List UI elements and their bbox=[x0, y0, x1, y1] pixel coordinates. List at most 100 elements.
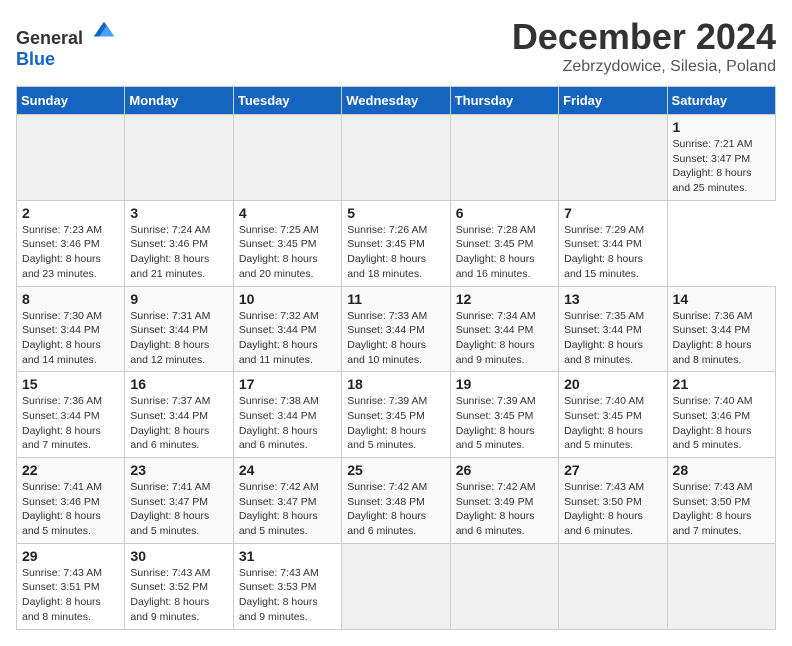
calendar-cell: 16 Sunrise: 7:37 AM Sunset: 3:44 PM Dayl… bbox=[125, 372, 233, 458]
daylight-hours: Daylight: 8 hours and 23 minutes. bbox=[22, 253, 101, 280]
calendar-cell bbox=[125, 115, 233, 201]
sunrise-time: Sunrise: 7:23 AM bbox=[22, 224, 102, 236]
day-info: Sunrise: 7:34 AM Sunset: 3:44 PM Dayligh… bbox=[456, 309, 553, 368]
calendar-cell: 5 Sunrise: 7:26 AM Sunset: 3:45 PM Dayli… bbox=[342, 200, 450, 286]
calendar-cell: 20 Sunrise: 7:40 AM Sunset: 3:45 PM Dayl… bbox=[559, 372, 667, 458]
calendar-cell bbox=[342, 543, 450, 629]
calendar-cell: 14 Sunrise: 7:36 AM Sunset: 3:44 PM Dayl… bbox=[667, 286, 775, 372]
sunrise-time: Sunrise: 7:43 AM bbox=[673, 481, 753, 493]
sunrise-time: Sunrise: 7:37 AM bbox=[130, 395, 210, 407]
day-info: Sunrise: 7:38 AM Sunset: 3:44 PM Dayligh… bbox=[239, 394, 336, 453]
daylight-hours: Daylight: 8 hours and 9 minutes. bbox=[456, 339, 535, 366]
sunrise-time: Sunrise: 7:31 AM bbox=[130, 310, 210, 322]
page-header: General Blue December 2024 Zebrzydowice,… bbox=[16, 16, 776, 76]
day-info: Sunrise: 7:26 AM Sunset: 3:45 PM Dayligh… bbox=[347, 223, 444, 282]
day-header-wednesday: Wednesday bbox=[342, 87, 450, 115]
calendar-cell: 19 Sunrise: 7:39 AM Sunset: 3:45 PM Dayl… bbox=[450, 372, 558, 458]
day-number: 6 bbox=[456, 205, 553, 221]
day-number: 15 bbox=[22, 376, 119, 392]
week-row-1: 1 Sunrise: 7:21 AM Sunset: 3:47 PM Dayli… bbox=[17, 115, 776, 201]
logo: General Blue bbox=[16, 16, 118, 70]
day-info: Sunrise: 7:39 AM Sunset: 3:45 PM Dayligh… bbox=[347, 394, 444, 453]
sunrise-time: Sunrise: 7:34 AM bbox=[456, 310, 536, 322]
logo-text-blue: Blue bbox=[16, 49, 55, 69]
calendar-table: SundayMondayTuesdayWednesdayThursdayFrid… bbox=[16, 86, 776, 630]
sunset-time: Sunset: 3:47 PM bbox=[130, 496, 208, 508]
sunset-time: Sunset: 3:45 PM bbox=[456, 238, 534, 250]
sunrise-time: Sunrise: 7:43 AM bbox=[564, 481, 644, 493]
day-info: Sunrise: 7:25 AM Sunset: 3:45 PM Dayligh… bbox=[239, 223, 336, 282]
day-info: Sunrise: 7:39 AM Sunset: 3:45 PM Dayligh… bbox=[456, 394, 553, 453]
daylight-hours: Daylight: 8 hours and 14 minutes. bbox=[22, 339, 101, 366]
calendar-cell bbox=[233, 115, 341, 201]
sunset-time: Sunset: 3:44 PM bbox=[130, 324, 208, 336]
day-info: Sunrise: 7:42 AM Sunset: 3:49 PM Dayligh… bbox=[456, 480, 553, 539]
calendar-cell bbox=[342, 115, 450, 201]
day-number: 20 bbox=[564, 376, 661, 392]
calendar-cell: 31 Sunrise: 7:43 AM Sunset: 3:53 PM Dayl… bbox=[233, 543, 341, 629]
day-number: 2 bbox=[22, 205, 119, 221]
week-row-4: 15 Sunrise: 7:36 AM Sunset: 3:44 PM Dayl… bbox=[17, 372, 776, 458]
calendar-cell: 1 Sunrise: 7:21 AM Sunset: 3:47 PM Dayli… bbox=[667, 115, 775, 201]
day-number: 25 bbox=[347, 462, 444, 478]
sunset-time: Sunset: 3:44 PM bbox=[564, 238, 642, 250]
day-info: Sunrise: 7:40 AM Sunset: 3:45 PM Dayligh… bbox=[564, 394, 661, 453]
day-info: Sunrise: 7:40 AM Sunset: 3:46 PM Dayligh… bbox=[673, 394, 770, 453]
sunset-time: Sunset: 3:50 PM bbox=[564, 496, 642, 508]
daylight-hours: Daylight: 8 hours and 8 minutes. bbox=[673, 339, 752, 366]
sunset-time: Sunset: 3:44 PM bbox=[130, 410, 208, 422]
days-header-row: SundayMondayTuesdayWednesdayThursdayFrid… bbox=[17, 87, 776, 115]
daylight-hours: Daylight: 8 hours and 5 minutes. bbox=[130, 510, 209, 537]
day-number: 3 bbox=[130, 205, 227, 221]
calendar-cell: 8 Sunrise: 7:30 AM Sunset: 3:44 PM Dayli… bbox=[17, 286, 125, 372]
sunset-time: Sunset: 3:53 PM bbox=[239, 581, 317, 593]
day-number: 12 bbox=[456, 291, 553, 307]
sunrise-time: Sunrise: 7:40 AM bbox=[673, 395, 753, 407]
sunrise-time: Sunrise: 7:32 AM bbox=[239, 310, 319, 322]
sunset-time: Sunset: 3:45 PM bbox=[456, 410, 534, 422]
logo-text-general: General bbox=[16, 28, 83, 48]
sunset-time: Sunset: 3:46 PM bbox=[673, 410, 751, 422]
sunrise-time: Sunrise: 7:36 AM bbox=[673, 310, 753, 322]
sunrise-time: Sunrise: 7:43 AM bbox=[130, 567, 210, 579]
month-title: December 2024 bbox=[512, 16, 776, 58]
day-number: 11 bbox=[347, 291, 444, 307]
day-header-tuesday: Tuesday bbox=[233, 87, 341, 115]
daylight-hours: Daylight: 8 hours and 9 minutes. bbox=[239, 596, 318, 623]
sunset-time: Sunset: 3:46 PM bbox=[22, 496, 100, 508]
sunrise-time: Sunrise: 7:43 AM bbox=[22, 567, 102, 579]
day-info: Sunrise: 7:35 AM Sunset: 3:44 PM Dayligh… bbox=[564, 309, 661, 368]
calendar-cell bbox=[559, 543, 667, 629]
day-info: Sunrise: 7:24 AM Sunset: 3:46 PM Dayligh… bbox=[130, 223, 227, 282]
day-info: Sunrise: 7:43 AM Sunset: 3:52 PM Dayligh… bbox=[130, 566, 227, 625]
calendar-cell: 25 Sunrise: 7:42 AM Sunset: 3:48 PM Dayl… bbox=[342, 458, 450, 544]
calendar-cell: 6 Sunrise: 7:28 AM Sunset: 3:45 PM Dayli… bbox=[450, 200, 558, 286]
sunset-time: Sunset: 3:50 PM bbox=[673, 496, 751, 508]
sunrise-time: Sunrise: 7:43 AM bbox=[239, 567, 319, 579]
day-number: 18 bbox=[347, 376, 444, 392]
day-number: 7 bbox=[564, 205, 661, 221]
daylight-hours: Daylight: 8 hours and 11 minutes. bbox=[239, 339, 318, 366]
daylight-hours: Daylight: 8 hours and 6 minutes. bbox=[130, 425, 209, 452]
sunrise-time: Sunrise: 7:42 AM bbox=[347, 481, 427, 493]
daylight-hours: Daylight: 8 hours and 6 minutes. bbox=[456, 510, 535, 537]
week-row-3: 8 Sunrise: 7:30 AM Sunset: 3:44 PM Dayli… bbox=[17, 286, 776, 372]
calendar-cell: 29 Sunrise: 7:43 AM Sunset: 3:51 PM Dayl… bbox=[17, 543, 125, 629]
daylight-hours: Daylight: 8 hours and 25 minutes. bbox=[673, 167, 752, 194]
sunset-time: Sunset: 3:46 PM bbox=[22, 238, 100, 250]
daylight-hours: Daylight: 8 hours and 12 minutes. bbox=[130, 339, 209, 366]
sunset-time: Sunset: 3:46 PM bbox=[130, 238, 208, 250]
sunrise-time: Sunrise: 7:41 AM bbox=[130, 481, 210, 493]
day-info: Sunrise: 7:43 AM Sunset: 3:50 PM Dayligh… bbox=[673, 480, 770, 539]
day-number: 28 bbox=[673, 462, 770, 478]
day-number: 1 bbox=[673, 119, 770, 135]
sunrise-time: Sunrise: 7:35 AM bbox=[564, 310, 644, 322]
day-info: Sunrise: 7:29 AM Sunset: 3:44 PM Dayligh… bbox=[564, 223, 661, 282]
daylight-hours: Daylight: 8 hours and 5 minutes. bbox=[239, 510, 318, 537]
calendar-cell: 12 Sunrise: 7:34 AM Sunset: 3:44 PM Dayl… bbox=[450, 286, 558, 372]
day-info: Sunrise: 7:42 AM Sunset: 3:47 PM Dayligh… bbox=[239, 480, 336, 539]
day-header-thursday: Thursday bbox=[450, 87, 558, 115]
daylight-hours: Daylight: 8 hours and 5 minutes. bbox=[564, 425, 643, 452]
sunrise-time: Sunrise: 7:36 AM bbox=[22, 395, 102, 407]
day-info: Sunrise: 7:43 AM Sunset: 3:50 PM Dayligh… bbox=[564, 480, 661, 539]
